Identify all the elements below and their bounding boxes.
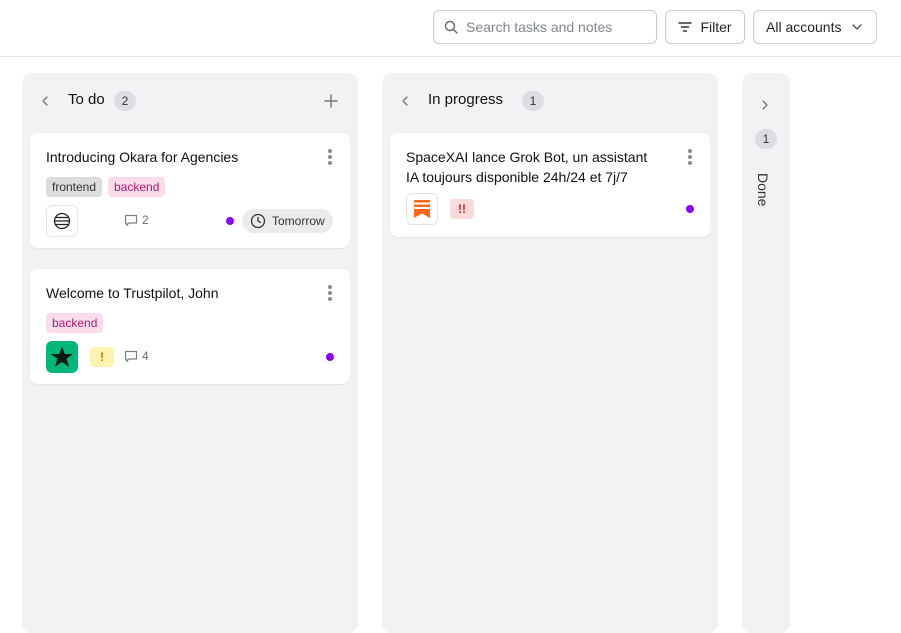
- comment-count[interactable]: 2: [124, 213, 149, 227]
- collapse-column-button[interactable]: [40, 95, 50, 107]
- task-title: Welcome to Trustpilot, John: [46, 285, 219, 301]
- okara-logo-icon: [46, 205, 78, 237]
- trustpilot-logo-icon: [46, 341, 78, 373]
- column-in-progress: In progress 1 SpaceXAI lance Grok Bot, u…: [382, 73, 718, 633]
- top-bar: Search tasks and notes Filter All accoun…: [0, 0, 901, 57]
- accounts-dropdown[interactable]: All accounts: [753, 10, 877, 44]
- task-card[interactable]: Welcome to Trustpilot, John backend ! 4: [30, 269, 350, 384]
- task-title-line: IA toujours disponible 24h/24 et 7j/7: [406, 169, 628, 185]
- tag-backend: backend: [108, 177, 166, 197]
- priority-badge: !: [90, 347, 114, 367]
- comment-count[interactable]: 4: [124, 349, 149, 363]
- column-todo: To do 2 Introducing Okara for Agencies f…: [22, 73, 358, 633]
- column-done-collapsed[interactable]: 1 Done: [742, 73, 790, 633]
- task-title: SpaceXAI lance Grok Bot, un assistant IA…: [406, 147, 647, 187]
- more-options-icon[interactable]: [328, 285, 332, 301]
- tag-frontend: frontend: [46, 177, 103, 197]
- search-input[interactable]: Search tasks and notes: [433, 10, 657, 44]
- substack-logo-icon: [406, 193, 438, 225]
- comment-count-value: 4: [142, 349, 149, 363]
- chevron-down-icon: [851, 23, 863, 31]
- task-title-line: SpaceXAI lance Grok Bot, un assistant: [406, 149, 648, 165]
- task-card[interactable]: SpaceXAI lance Grok Bot, un assistant IA…: [390, 133, 710, 237]
- status-dot: [686, 205, 694, 213]
- accounts-label: All accounts: [766, 19, 842, 35]
- filter-icon: [678, 21, 693, 33]
- column-header: In progress 1: [382, 89, 718, 113]
- clock-icon: [250, 213, 266, 229]
- column-title: To do: [68, 91, 105, 108]
- column-count-badge: 1: [522, 91, 544, 111]
- more-options-icon[interactable]: [328, 149, 332, 165]
- task-card[interactable]: Introducing Okara for Agencies frontend …: [30, 133, 350, 248]
- priority-badge: !!: [450, 199, 474, 219]
- task-title: Introducing Okara for Agencies: [46, 149, 239, 165]
- due-date-label: Tomorrow: [272, 214, 325, 228]
- add-task-button[interactable]: [324, 94, 338, 108]
- more-options-icon[interactable]: [688, 149, 692, 165]
- comment-count-value: 2: [142, 213, 149, 227]
- column-title: In progress: [428, 91, 504, 108]
- comment-icon: [124, 214, 138, 227]
- column-count-badge: 2: [114, 91, 136, 111]
- tag-backend: backend: [46, 313, 104, 333]
- column-count-badge: 1: [755, 129, 777, 149]
- status-dot: [326, 353, 334, 361]
- column-title: Done: [755, 173, 771, 207]
- due-date-badge[interactable]: Tomorrow: [242, 209, 333, 233]
- column-header: To do 2: [22, 89, 358, 113]
- search-icon: [444, 20, 458, 34]
- filter-label: Filter: [700, 19, 732, 35]
- filter-button[interactable]: Filter: [665, 10, 745, 44]
- collapse-column-button[interactable]: [400, 95, 410, 107]
- status-dot: [226, 217, 234, 225]
- expand-column-button[interactable]: [760, 99, 770, 111]
- search-placeholder: Search tasks and notes: [466, 19, 613, 35]
- comment-icon: [124, 350, 138, 363]
